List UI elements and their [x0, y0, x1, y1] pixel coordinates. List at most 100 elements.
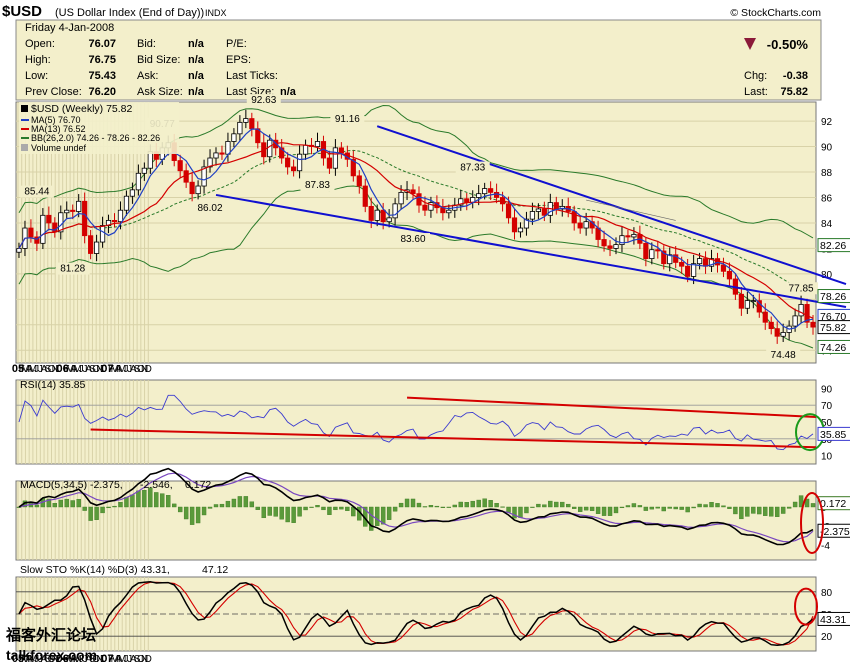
- macd-histogram-bar: [655, 506, 660, 509]
- macd-histogram-bar: [309, 506, 314, 508]
- candle-body: [70, 209, 76, 212]
- macd-histogram-bar: [345, 506, 350, 511]
- macd-histogram-bar: [315, 505, 320, 508]
- candle-body: [655, 249, 661, 252]
- candle-body: [649, 249, 655, 260]
- candle-body: [738, 293, 744, 309]
- candle-body: [123, 195, 130, 211]
- macd-histogram-bar: [333, 506, 338, 511]
- candle-body: [511, 217, 518, 233]
- macd-histogram-bar: [494, 503, 499, 508]
- legend-price: $USD (Weekly) 75.82: [31, 103, 133, 115]
- candle-body: [702, 258, 709, 267]
- candle-body: [774, 328, 780, 337]
- macd-histogram-bar: [542, 504, 547, 508]
- macd-histogram-bar: [207, 506, 213, 509]
- legend-volume: Volume undef: [31, 143, 87, 153]
- quote-bidsize-value: n/a: [188, 54, 205, 66]
- candle-body: [291, 166, 297, 172]
- y-tick-label: 86: [821, 193, 833, 204]
- macd-tick-label: -4: [821, 541, 830, 552]
- quote-low-label: Low:: [25, 70, 48, 82]
- macd-histogram-bar: [792, 501, 798, 508]
- macd-histogram-bar: [410, 498, 416, 508]
- macd-histogram-bar: [458, 501, 463, 508]
- candle-body: [625, 235, 631, 238]
- quote-open-value: 76.07: [88, 38, 116, 50]
- candle-body: [488, 188, 494, 193]
- macd-histogram-bar: [88, 506, 93, 521]
- macd-histogram-bar: [100, 506, 105, 514]
- candle-body: [631, 234, 637, 238]
- macd-histogram-bar: [273, 506, 278, 517]
- macd-histogram-bar: [536, 503, 541, 508]
- candle-body: [237, 121, 243, 135]
- x-tick-label: D: [145, 364, 152, 375]
- candle-body: [88, 235, 94, 254]
- macd-histogram-bar: [398, 502, 404, 508]
- candle-body: [332, 147, 339, 169]
- macd-histogram-bar: [446, 506, 452, 508]
- candle-body: [189, 181, 195, 195]
- macd-histogram-bar: [34, 504, 40, 508]
- macd-histogram-bar: [434, 505, 440, 508]
- quote-bid-label: Bid:: [137, 38, 156, 50]
- macd-histogram-bar: [715, 503, 720, 508]
- candle-body: [267, 139, 273, 158]
- macd-histogram-bar: [297, 506, 302, 517]
- macd-histogram-bar: [231, 498, 237, 508]
- candle-body: [571, 211, 577, 224]
- macd-histogram-bar: [213, 504, 219, 508]
- macd-histogram-bar: [94, 506, 99, 520]
- candle-body: [798, 304, 804, 317]
- macd-histogram-bar: [506, 506, 511, 513]
- price-annotation: 87.33: [460, 163, 485, 174]
- macd-histogram-bar: [154, 492, 159, 508]
- macd-histogram-bar: [619, 506, 625, 509]
- macd-histogram-bar: [76, 499, 81, 508]
- quote-ask-label: Ask:: [137, 70, 158, 82]
- macd-histogram-bar: [769, 506, 774, 517]
- macd-histogram-bar: [554, 501, 559, 508]
- candle-body: [76, 200, 82, 212]
- candle-body: [446, 209, 452, 214]
- macd-histogram-bar: [416, 502, 422, 508]
- quote-last-label: Last:: [744, 86, 768, 98]
- candle-body: [517, 227, 524, 233]
- macd-histogram-bar: [482, 498, 487, 508]
- x-tick-label-bottom: D: [145, 654, 152, 665]
- macd-histogram-bar: [219, 503, 225, 508]
- candle-body: [231, 133, 237, 142]
- candle-body: [685, 265, 691, 277]
- change-percent: -0.50%: [767, 37, 809, 52]
- candle-body: [135, 172, 141, 191]
- macd-histogram-bar: [595, 506, 601, 514]
- candle-body: [541, 208, 547, 216]
- macd-histogram-bar: [560, 501, 565, 508]
- quote-chg-label: Chg:: [744, 70, 767, 82]
- y-tick-label: 90: [821, 143, 833, 154]
- macd-histogram-bar: [643, 506, 649, 511]
- candle-body: [643, 242, 649, 259]
- macd-legend-signal: -2.546,: [140, 479, 173, 491]
- candle-body: [696, 258, 703, 265]
- copyright: © StockCharts.com: [730, 7, 821, 19]
- candle-body: [553, 202, 559, 210]
- legend-bb: BB(26,2.0) 74.26 - 78.26 - 82.26: [31, 133, 160, 143]
- candle-body: [482, 188, 488, 195]
- candle-body: [398, 191, 404, 205]
- macd-histogram-bar: [374, 506, 380, 526]
- candle-body: [243, 118, 249, 123]
- candle-body: [750, 300, 756, 303]
- macd-histogram-bar: [452, 504, 458, 508]
- macd-histogram-bar: [577, 506, 583, 512]
- macd-histogram-bar: [261, 506, 266, 519]
- right-price-tag: 74.26: [820, 342, 846, 354]
- macd-histogram-bar: [124, 497, 129, 508]
- quote-high-label: High:: [25, 54, 51, 66]
- candle-body: [213, 152, 219, 159]
- macd-histogram-bar: [631, 503, 637, 508]
- quote-open-label: Open:: [25, 38, 55, 50]
- candle-body: [422, 204, 428, 211]
- macd-histogram-bar: [422, 506, 428, 508]
